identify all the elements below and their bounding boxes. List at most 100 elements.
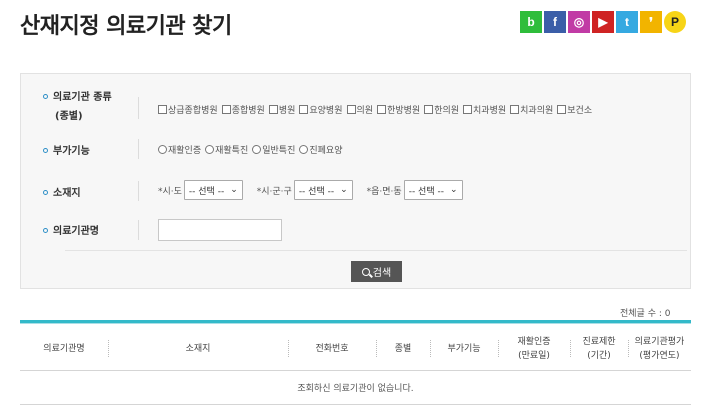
func-option-label: 일반특진	[262, 146, 296, 156]
type-option[interactable]: 종합병원	[221, 103, 265, 116]
type-option[interactable]: 의원	[346, 103, 374, 116]
twitter-icon[interactable]: t	[616, 11, 638, 33]
type-option[interactable]: 치과의원	[510, 103, 553, 116]
checkbox[interactable]	[268, 105, 278, 114]
location-select-group: *읍·면·동 -- 선택 -- ⌄	[367, 180, 463, 200]
name-input[interactable]	[158, 219, 282, 241]
type-option[interactable]: 병원	[268, 103, 296, 116]
checkbox[interactable]	[510, 105, 520, 114]
column-header-line1: 종별	[394, 343, 412, 354]
func-option[interactable]: 일반특진	[252, 143, 295, 156]
func-option-label: 재활특진	[215, 146, 249, 156]
radio[interactable]	[252, 145, 262, 154]
type-option[interactable]: 보건소	[557, 103, 592, 116]
type-option[interactable]: 한의원	[424, 103, 459, 116]
func-radio-group: 재활인증 재활특진 일반특진 진폐요양	[158, 143, 347, 156]
column-header: 부가기능	[430, 326, 498, 371]
type-option-label: 보건소	[567, 106, 593, 116]
table-empty-row: 조회하신 의료기관이 없습니다.	[20, 371, 691, 405]
type-checkbox-group: 상급종합병원 종합병원 병원 요양병원 의원 한방병원 한의원 치과병원 치과의원 보건소	[158, 103, 596, 116]
loc-label: 소재지	[43, 184, 81, 199]
column-separator	[108, 340, 109, 357]
checkbox[interactable]	[463, 105, 473, 114]
checkbox[interactable]	[557, 105, 567, 114]
type-option-label: 의원	[356, 106, 374, 116]
instagram-icon[interactable]: ◎	[568, 11, 590, 33]
divider	[138, 220, 139, 240]
func-label: 부가기능	[43, 142, 90, 157]
location-select[interactable]: -- 선택 -- ⌄	[293, 180, 353, 200]
column-header-line1: 진료제한	[582, 336, 616, 347]
column-separator	[628, 340, 629, 357]
type-option[interactable]: 한방병원	[377, 103, 420, 116]
checkbox[interactable]	[299, 105, 309, 114]
bullet-icon	[43, 227, 48, 233]
kakaostory-icon[interactable]: ❜	[640, 11, 662, 33]
divider	[138, 181, 139, 201]
type-option[interactable]: 상급종합병원	[158, 103, 218, 116]
type-option[interactable]: 치과병원	[463, 103, 506, 116]
type-option-label: 요양병원	[309, 106, 343, 116]
search-icon	[361, 267, 370, 276]
checkbox[interactable]	[424, 105, 434, 114]
kakao-plus-icon[interactable]: P	[664, 11, 686, 33]
type-option-label: 상급종합병원	[168, 106, 218, 116]
func-option[interactable]: 진폐요양	[299, 143, 343, 156]
column-header-line2: (만료일)	[518, 350, 550, 361]
column-separator	[376, 340, 377, 357]
location-select[interactable]: -- 선택 -- ⌄	[183, 180, 243, 200]
func-label-text: 부가기능	[53, 146, 90, 157]
column-header: 재활인증 (만료일)	[498, 326, 570, 371]
name-label: 의료기관명	[43, 222, 99, 237]
table-top-border	[20, 320, 691, 324]
column-header: 전화번호	[288, 326, 376, 371]
chevron-down-icon: ⌄	[340, 185, 348, 195]
column-header-line2: (평가연도)	[639, 350, 680, 361]
func-option-label: 진폐요양	[309, 146, 343, 156]
select-value: -- 선택 --	[188, 186, 225, 197]
type-option-label: 종합병원	[231, 106, 265, 116]
type-option-label: 치과의원	[520, 106, 554, 116]
type-label-line1: 의료기관 종류	[53, 92, 112, 103]
column-header: 의료기관평가 (평가연도)	[628, 326, 691, 371]
type-label-line2: (종별)	[55, 111, 83, 122]
checkbox[interactable]	[221, 105, 231, 114]
type-option-label: 치과병원	[473, 106, 507, 116]
band-icon[interactable]: b	[520, 11, 542, 33]
select-value: -- 선택 --	[298, 186, 335, 197]
type-option-label: 한방병원	[387, 106, 421, 116]
checkbox[interactable]	[346, 105, 356, 114]
checkbox[interactable]	[377, 105, 387, 114]
checkbox[interactable]	[158, 105, 167, 114]
bullet-icon	[43, 147, 48, 153]
radio[interactable]	[299, 145, 309, 154]
type-label: 의료기관 종류 (종별)	[43, 88, 112, 122]
column-header-line1: 재활인증	[517, 336, 551, 347]
column-separator	[288, 340, 289, 357]
func-option[interactable]: 재활인증	[158, 143, 201, 156]
type-option[interactable]: 요양병원	[299, 103, 343, 116]
column-header-line1: 의료기관평가	[634, 336, 685, 347]
form-divider	[65, 250, 687, 251]
sns-share-bar: b f ◎ ▶ t ❜ P	[520, 11, 686, 33]
column-separator	[430, 340, 431, 357]
column-header-line1: 전화번호	[315, 343, 349, 354]
location-select-group: *시·도 -- 선택 -- ⌄	[158, 180, 243, 200]
search-form: 의료기관 종류 (종별) 상급종합병원 종합병원 병원 요양병원 의원 한방병원 한의원 치과…	[20, 73, 691, 289]
select-label: *시·도	[158, 186, 182, 197]
chevron-down-icon: ⌄	[230, 185, 238, 195]
youtube-icon[interactable]: ▶	[592, 11, 614, 33]
column-separator	[570, 340, 571, 357]
facebook-icon[interactable]: f	[544, 11, 566, 33]
page-title: 산재지정 의료기관 찾기	[20, 14, 232, 39]
column-header-line2: (기간)	[587, 350, 611, 361]
location-select[interactable]: -- 선택 -- ⌄	[403, 180, 463, 200]
bullet-icon	[43, 189, 48, 195]
select-value: -- 선택 --	[408, 186, 444, 197]
func-option[interactable]: 재활특진	[205, 143, 248, 156]
radio[interactable]	[158, 145, 167, 154]
search-button[interactable]: 검색	[351, 261, 402, 282]
radio[interactable]	[205, 145, 215, 154]
column-separator	[498, 340, 499, 357]
type-option-label: 병원	[278, 106, 296, 116]
